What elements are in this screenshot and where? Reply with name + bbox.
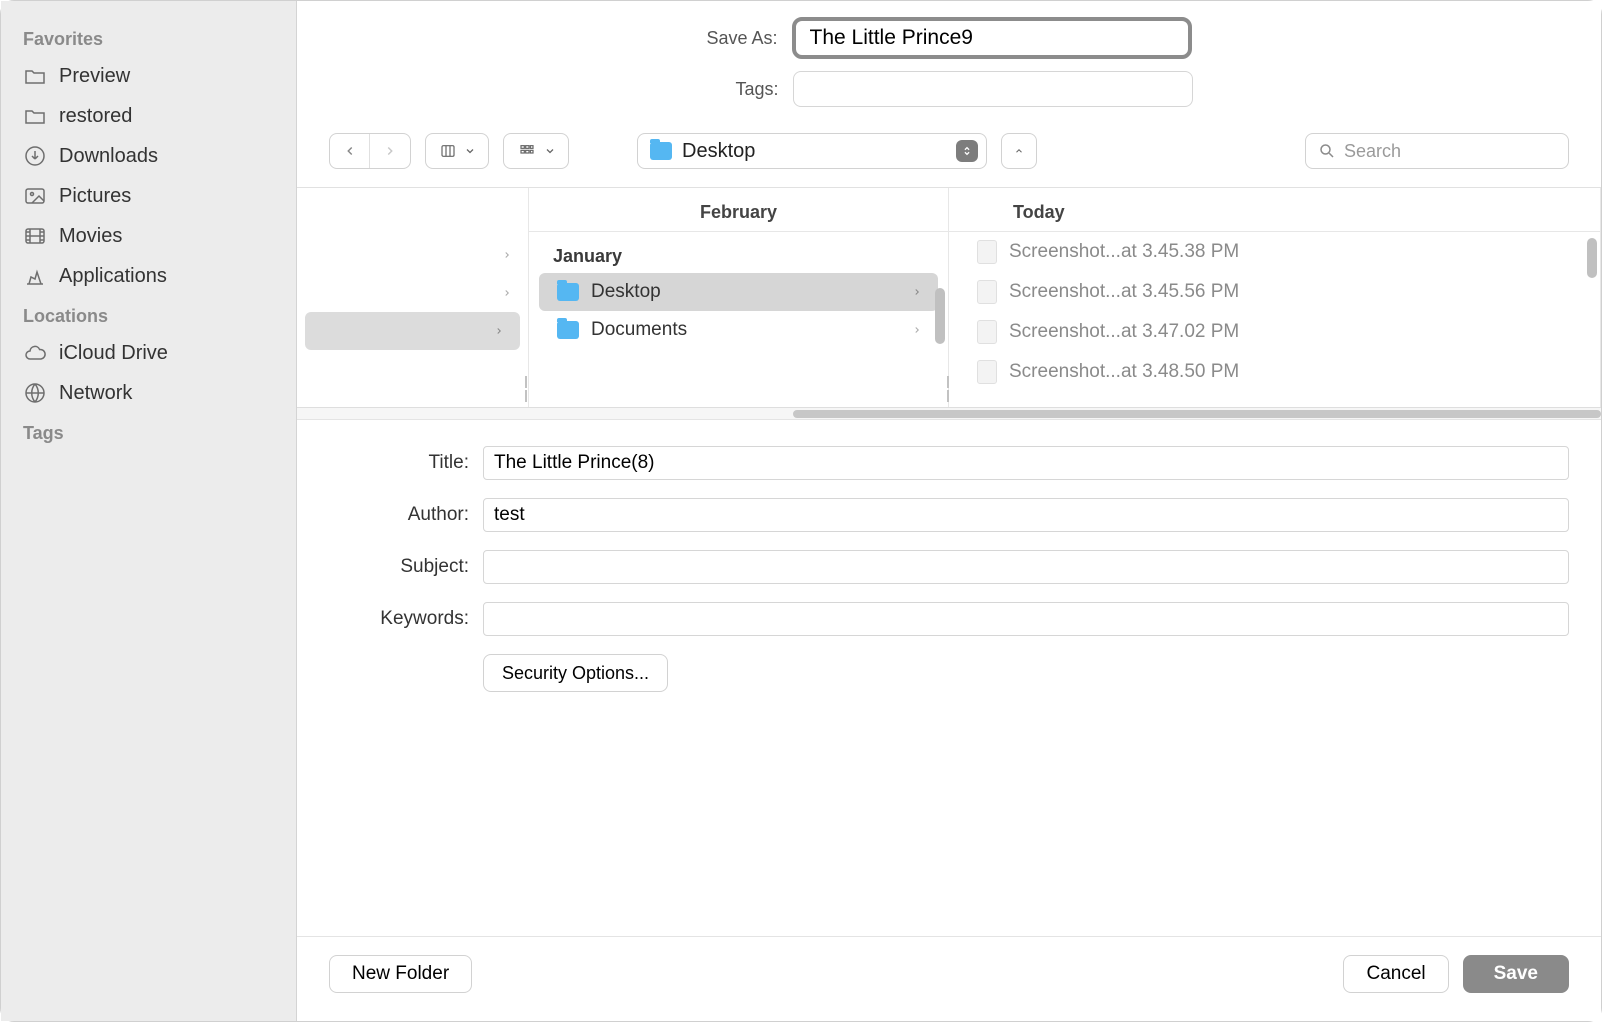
folder-icon: [557, 321, 579, 339]
sidebar-item-movies[interactable]: Movies: [11, 216, 286, 256]
tags-input[interactable]: [793, 71, 1193, 107]
folder-icon: [23, 104, 47, 128]
file-browser: February January Desktop Documents Today: [297, 188, 1601, 408]
column-header: Today: [949, 188, 1600, 232]
file-row[interactable]: Screenshot...at 3.47.02 PM: [959, 312, 1590, 352]
row-label: Desktop: [591, 281, 900, 303]
scrollbar-vertical[interactable]: [1587, 238, 1597, 278]
row-label: Screenshot...at 3.48.50 PM: [1009, 361, 1574, 383]
pictures-icon: [23, 184, 47, 208]
file-icon: [977, 360, 997, 384]
sidebar-item-label: Movies: [59, 225, 122, 248]
folder-icon: [557, 283, 579, 301]
search-box[interactable]: [1305, 133, 1569, 169]
sidebar-item-icloud-drive[interactable]: iCloud Drive: [11, 333, 286, 373]
download-icon: [23, 144, 47, 168]
column-resize-handle[interactable]: [945, 375, 951, 403]
subject-label: Subject:: [329, 556, 469, 578]
folder-row-documents[interactable]: Documents: [539, 311, 938, 349]
location-selector[interactable]: Desktop: [637, 133, 987, 169]
applications-icon: [23, 264, 47, 288]
nav-forward-button[interactable]: [370, 134, 410, 168]
sidebar-item-label: Pictures: [59, 185, 131, 208]
view-columns-button[interactable]: [425, 133, 489, 169]
sidebar-item-network[interactable]: Network: [11, 373, 286, 413]
browser-column-2: Today Screenshot...at 3.45.38 PM Screens…: [949, 188, 1601, 407]
list-item[interactable]: [305, 312, 520, 350]
main: Save As: Tags:: [297, 1, 1601, 1021]
file-icon: [977, 280, 997, 304]
nav-back-button[interactable]: [330, 134, 370, 168]
sidebar-item-label: Network: [59, 382, 132, 405]
sidebar-item-label: iCloud Drive: [59, 342, 168, 365]
sidebar-section-favorites: Favorites: [11, 19, 286, 56]
file-row[interactable]: Screenshot...at 3.45.56 PM: [959, 272, 1590, 312]
cancel-button[interactable]: Cancel: [1343, 955, 1448, 993]
column-header: February: [529, 188, 948, 232]
author-input[interactable]: [483, 498, 1569, 532]
folder-icon: [650, 142, 672, 160]
browser-column-1: February January Desktop Documents: [529, 188, 949, 407]
folder-row-desktop[interactable]: Desktop: [539, 273, 938, 311]
keywords-label: Keywords:: [329, 608, 469, 630]
cloud-icon: [23, 341, 47, 365]
keywords-input[interactable]: [483, 602, 1569, 636]
chevron-right-icon: [912, 287, 922, 297]
chevron-right-icon: [912, 325, 922, 335]
sidebar-item-pictures[interactable]: Pictures: [11, 176, 286, 216]
save-as-row: Save As:: [297, 1, 1601, 65]
title-label: Title:: [329, 452, 469, 474]
save-button[interactable]: Save: [1463, 955, 1569, 993]
author-label: Author:: [329, 504, 469, 526]
footer: New Folder Cancel Save: [297, 936, 1601, 1021]
scrollbar-horizontal[interactable]: [297, 408, 1601, 420]
new-folder-button[interactable]: New Folder: [329, 955, 472, 993]
sidebar-section-tags: Tags: [11, 413, 286, 450]
row-label: Screenshot...at 3.47.02 PM: [1009, 321, 1574, 343]
toolbar: Desktop: [297, 117, 1601, 188]
tags-label: Tags:: [706, 79, 779, 100]
file-row[interactable]: Screenshot...at 3.48.50 PM: [959, 352, 1590, 392]
security-options-button[interactable]: Security Options...: [483, 654, 668, 692]
metadata-panel: Title: Author: Subject: Keywords: Securi…: [297, 420, 1601, 936]
file-icon: [977, 240, 997, 264]
row-label: Documents: [591, 319, 900, 341]
column-resize-handle[interactable]: [523, 375, 529, 403]
row-label: Screenshot...at 3.45.56 PM: [1009, 281, 1574, 303]
scrollbar-vertical[interactable]: [935, 288, 945, 344]
column-subheader: January: [529, 232, 948, 273]
search-input[interactable]: [1344, 141, 1556, 162]
file-row[interactable]: Screenshot...at 3.45.38 PM: [959, 232, 1590, 272]
movies-icon: [23, 224, 47, 248]
subject-input[interactable]: [483, 550, 1569, 584]
sidebar-item-label: Preview: [59, 65, 130, 88]
sidebar-item-label: Applications: [59, 265, 167, 288]
title-input[interactable]: [483, 446, 1569, 480]
network-icon: [23, 381, 47, 405]
view-group-button[interactable]: [503, 133, 569, 169]
sidebar: Favorites Preview restored Downloads Pic…: [1, 1, 297, 1021]
location-selector-value: Desktop: [682, 140, 946, 163]
nav-buttons: [329, 133, 411, 169]
list-item[interactable]: [297, 274, 528, 312]
updown-icon: [956, 140, 978, 162]
row-label: Screenshot...at 3.45.38 PM: [1009, 241, 1574, 263]
sidebar-item-applications[interactable]: Applications: [11, 256, 286, 296]
sidebar-item-label: Downloads: [59, 145, 158, 168]
tags-row: Tags:: [297, 65, 1601, 117]
sidebar-item-preview[interactable]: Preview: [11, 56, 286, 96]
save-as-input[interactable]: [792, 17, 1192, 59]
browser-column-0: [297, 188, 529, 407]
sidebar-item-downloads[interactable]: Downloads: [11, 136, 286, 176]
folder-icon: [23, 64, 47, 88]
save-as-label: Save As:: [706, 28, 777, 49]
file-icon: [977, 320, 997, 344]
sidebar-item-restored[interactable]: restored: [11, 96, 286, 136]
collapse-button[interactable]: [1001, 133, 1037, 169]
list-item[interactable]: [297, 236, 528, 274]
sidebar-section-locations: Locations: [11, 296, 286, 333]
sidebar-item-label: restored: [59, 105, 132, 128]
search-icon: [1318, 142, 1336, 160]
